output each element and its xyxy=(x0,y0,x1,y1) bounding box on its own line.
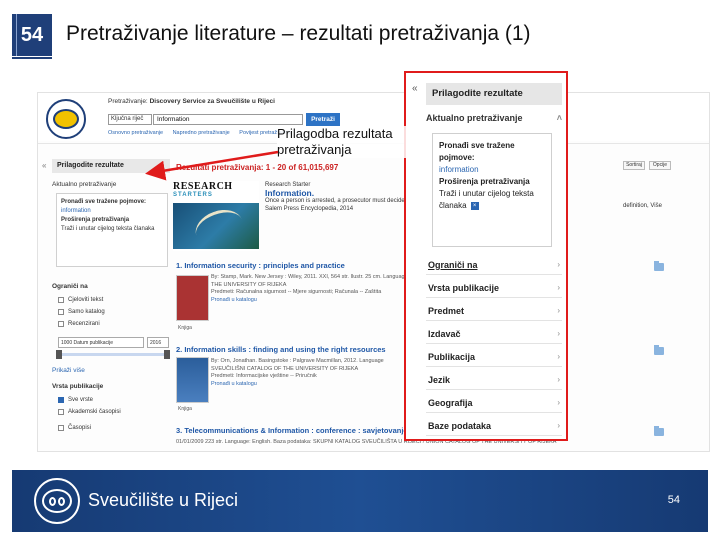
left-fulltext-option[interactable]: Traži i unutar cijelog teksta članaka xyxy=(61,225,163,234)
facet-limit-to[interactable]: Ograniči na › xyxy=(426,255,562,275)
chevron-right-icon: › xyxy=(557,329,560,338)
left-current-search-label[interactable]: Aktualno pretraživanje xyxy=(52,181,116,188)
chevron-right-icon: › xyxy=(557,260,560,269)
left-check-catalog[interactable]: Samo katalog xyxy=(58,309,105,315)
facet-language[interactable]: Jezik › xyxy=(426,370,562,390)
page-number: 54 xyxy=(667,494,680,506)
results-count-header: Rezultati pretraživanja: 1 - 20 of 61,01… xyxy=(176,163,339,172)
left-refine-header: Prilagodite rezultate xyxy=(52,159,170,173)
facet-databases[interactable]: Baze podataka › xyxy=(426,416,562,436)
chevron-right-icon: › xyxy=(557,306,560,315)
callout-text: Prilagodba rezultata pretraživanja xyxy=(277,126,407,158)
search-button[interactable]: Pretraži xyxy=(306,113,340,126)
right-refine-panel: « Prilagodite rezultate Aktualno pretraž… xyxy=(404,71,568,441)
left-limit-to-label[interactable]: Ograniči na xyxy=(52,283,88,290)
show-more-link[interactable]: Prikaži više xyxy=(52,367,85,374)
left-term-link[interactable]: information xyxy=(61,207,163,216)
checkbox-icon[interactable] xyxy=(58,297,64,303)
result-title-2[interactable]: 2. Information skills : finding and usin… xyxy=(176,345,386,354)
chevron-right-icon: › xyxy=(557,398,560,407)
collapse-left-icon[interactable]: « xyxy=(42,161,46,170)
search-source-label: Pretraživanje: Discovery Service za Sveu… xyxy=(108,98,275,105)
results-tools: Sortiraj Opcije xyxy=(623,161,671,170)
title-accent-line xyxy=(12,57,52,59)
left-pub-check-academic[interactable]: Akademski časopisi xyxy=(58,409,121,415)
date-slider-start-handle[interactable] xyxy=(56,350,62,359)
checkbox-icon[interactable] xyxy=(58,309,64,315)
result-meta-1: By: Stamp, Mark. New Jersey : Wiley, 201… xyxy=(211,274,408,305)
left-pub-check-magazines[interactable]: Časopisi xyxy=(58,425,91,431)
options-button[interactable]: Opcije xyxy=(649,161,671,170)
right-term-link[interactable]: information xyxy=(439,164,545,176)
facet-geography[interactable]: Geografija › xyxy=(426,393,562,413)
facet-publisher[interactable]: Izdavač › xyxy=(426,324,562,344)
left-check-peer-reviewed[interactable]: Recenzirani xyxy=(58,321,100,327)
chevron-right-icon: › xyxy=(557,352,560,361)
book-cover-1[interactable] xyxy=(176,275,209,321)
search-input[interactable]: Information xyxy=(153,114,303,125)
result-title-3[interactable]: 3. Telecommunications & Information : co… xyxy=(176,426,408,435)
definition-more-link[interactable]: definition, Više xyxy=(623,203,662,209)
result-title-1[interactable]: 1. Information security : principles and… xyxy=(176,261,345,270)
checkbox-checked-icon[interactable] xyxy=(58,397,64,403)
left-expanders-label: Proširenja pretraživanja xyxy=(61,217,130,223)
advanced-search-link[interactable]: Napredno pretraživanje xyxy=(173,130,230,136)
left-pub-type-label[interactable]: Vrsta publikacije xyxy=(52,383,103,390)
checkbox-icon[interactable] xyxy=(58,409,64,415)
search-mode-links: Osnovno pretraživanje Napredno pretraživ… xyxy=(108,130,300,136)
basic-search-link[interactable]: Osnovno pretraživanje xyxy=(108,130,163,136)
date-to-field[interactable]: 2016 xyxy=(147,337,169,348)
slide-footer: Sveučilište u Rijeci 54 xyxy=(12,470,708,532)
date-slider-track[interactable] xyxy=(58,353,168,356)
result-meta-2: By: Orn, Jonathan. Basingstoke : Palgrav… xyxy=(211,358,384,389)
right-find-all-label: Pronađi sve tražene pojmove: xyxy=(439,141,515,162)
chevron-up-icon[interactable]: ˄ xyxy=(557,113,562,123)
close-icon[interactable]: × xyxy=(470,201,479,210)
research-starters-logo: RESEARCH STARTERS xyxy=(173,181,259,251)
slide-title: Pretraživanje literature – rezultati pre… xyxy=(66,22,531,45)
book-cover-2[interactable] xyxy=(176,357,209,403)
university-logo-small xyxy=(46,99,86,139)
collapse-right-icon[interactable]: « xyxy=(412,83,418,94)
folder-icon[interactable] xyxy=(654,261,664,271)
right-current-search[interactable]: Aktualno pretraživanje ˄ xyxy=(426,113,562,123)
checkbox-icon[interactable] xyxy=(58,321,64,327)
right-current-search-box: Pronađi sve tražene pojmove: information… xyxy=(432,133,552,247)
date-from-field[interactable]: 1000 Datum publikacije xyxy=(58,337,144,348)
left-current-search-box: Pronađi sve tražene pojmove: information… xyxy=(56,193,168,267)
left-check-fulltext[interactable]: Cjeloviti tekst xyxy=(58,297,103,303)
checkbox-icon[interactable] xyxy=(58,425,64,431)
result-type-2: Knjiga xyxy=(178,406,192,412)
result-type-1: Knjiga xyxy=(178,325,192,331)
folder-icon[interactable] xyxy=(654,345,664,355)
university-logo xyxy=(34,478,80,524)
search-field-select[interactable]: Ključna riječ xyxy=(108,114,152,125)
find-in-catalog-link-2[interactable]: Pronađi u katalogu xyxy=(211,381,384,389)
chevron-right-icon: › xyxy=(557,283,560,292)
chevron-right-icon: › xyxy=(557,421,560,430)
right-fulltext-option[interactable]: Traži i unutar cijelog teksta članaka × xyxy=(439,188,545,212)
road-image xyxy=(173,203,259,249)
facet-subject[interactable]: Predmet › xyxy=(426,301,562,321)
folder-icon[interactable] xyxy=(654,426,664,436)
left-find-all-label: Pronađi sve tražene pojmove: xyxy=(61,199,147,205)
facet-publication[interactable]: Publikacija › xyxy=(426,347,562,367)
date-slider-end-handle[interactable] xyxy=(164,350,170,359)
right-refine-header: Prilagodite rezultate xyxy=(426,83,562,105)
right-expanders-label: Proširenja pretraživanja xyxy=(439,177,530,186)
sort-button[interactable]: Sortiraj xyxy=(623,161,645,170)
find-in-catalog-link-1[interactable]: Pronađi u katalogu xyxy=(211,297,408,305)
left-pub-check-all[interactable]: Sve vrste xyxy=(58,397,93,403)
slide-number-badge: 54 xyxy=(12,14,52,56)
chevron-right-icon: › xyxy=(557,375,560,384)
university-name: Sveučilište u Rijeci xyxy=(88,490,239,510)
facet-publication-type[interactable]: Vrsta publikacije › xyxy=(426,278,562,298)
